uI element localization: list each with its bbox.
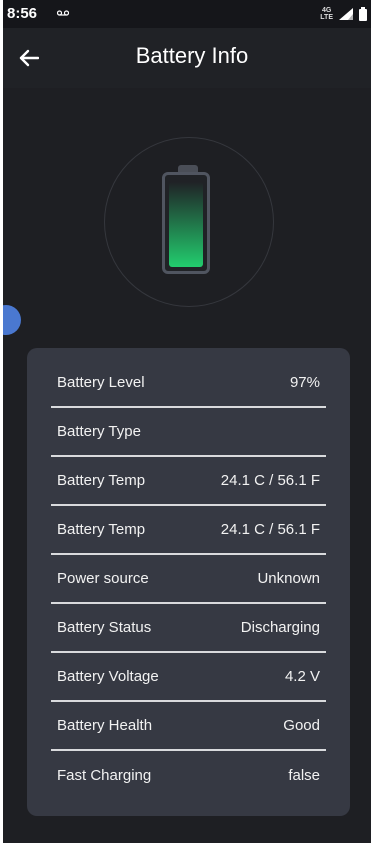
status-icons: 4G LTE — [320, 5, 367, 23]
info-row-battery-temp-2: Battery Temp 24.1 C / 56.1 F — [51, 506, 326, 555]
row-value: 97% — [289, 374, 320, 391]
battery-fill — [169, 182, 203, 267]
info-row-battery-voltage: Battery Voltage 4.2 V — [51, 653, 326, 702]
row-label: Battery Health — [57, 717, 153, 734]
app-bar: Battery Info — [3, 28, 371, 88]
page-title: Battery Info — [135, 43, 249, 68]
info-row-battery-status: Battery Status Discharging — [51, 604, 326, 653]
row-value: false — [288, 767, 320, 784]
row-label: Fast Charging — [57, 767, 152, 784]
info-row-power-source: Power source Unknown — [51, 555, 326, 604]
lte-icon: 4G LTE — [320, 7, 333, 21]
info-row-battery-type: Battery Type — [51, 408, 326, 457]
info-row-battery-temp: Battery Temp 24.1 C / 56.1 F — [51, 457, 326, 506]
battery-graphic — [162, 172, 210, 274]
row-value: 24.1 C / 56.1 F — [220, 521, 320, 538]
row-value: Good — [283, 717, 320, 734]
screen: 8:56 4G LTE Battery Info Battery Level 9… — [3, 0, 371, 843]
floating-assist-button[interactable] — [3, 305, 21, 335]
info-row-fast-charging: Fast Charging false — [51, 751, 326, 800]
status-time: 8:56 — [7, 5, 38, 22]
row-label: Battery Status — [57, 619, 152, 636]
info-row-battery-health: Battery Health Good — [51, 702, 326, 751]
row-label: Battery Type — [57, 423, 141, 440]
signal-icon — [339, 8, 353, 20]
row-label: Battery Temp — [57, 521, 146, 538]
row-value: 4.2 V — [284, 668, 320, 685]
content: Battery Level 97% Battery Type Battery T… — [3, 88, 371, 843]
battery-status-icon — [359, 7, 367, 21]
row-label: Power source — [57, 570, 149, 587]
row-value: 24.1 C / 56.1 F — [220, 472, 320, 489]
row-label: Battery Voltage — [57, 668, 159, 685]
battery-info-card: Battery Level 97% Battery Type Battery T… — [27, 348, 350, 816]
row-value: Unknown — [257, 570, 320, 587]
info-row-battery-level: Battery Level 97% — [51, 359, 326, 408]
voicemail-icon — [57, 10, 69, 16]
row-label: Battery Level — [57, 374, 145, 391]
row-label: Battery Temp — [57, 472, 146, 489]
status-bar: 8:56 4G LTE — [3, 0, 371, 28]
row-value: Discharging — [240, 619, 320, 636]
